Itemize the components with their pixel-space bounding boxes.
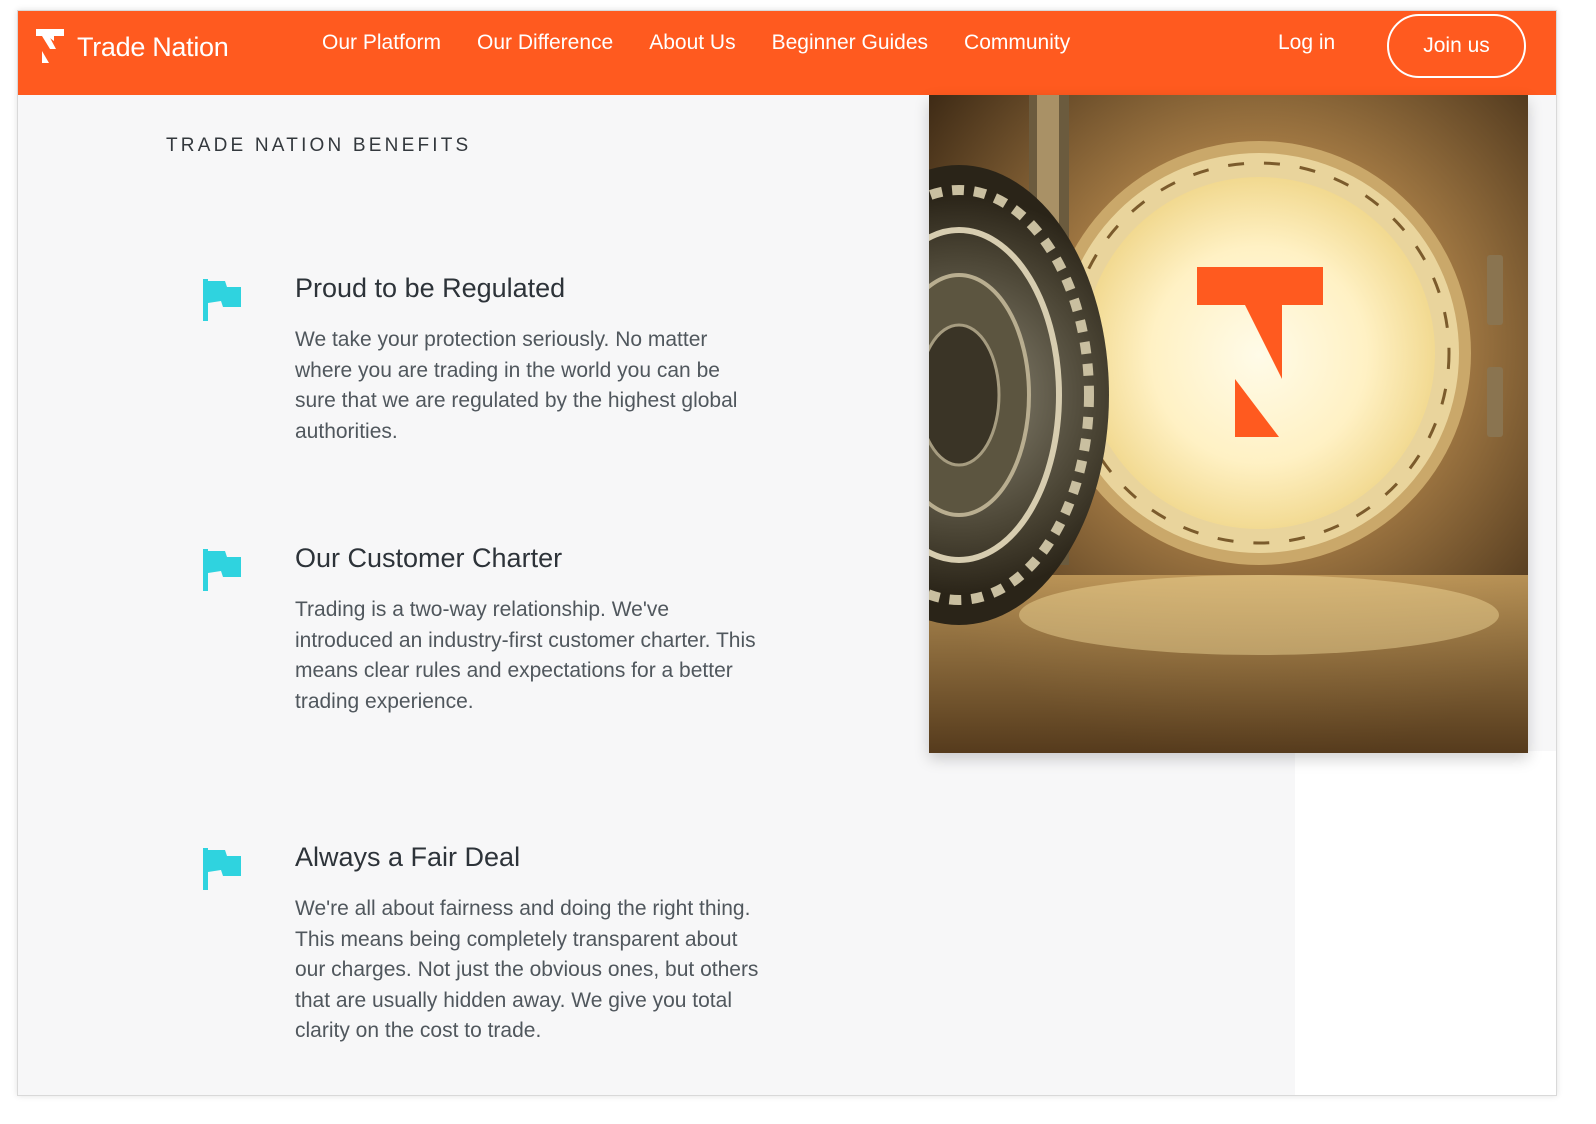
benefit-title: Proud to be Regulated xyxy=(295,273,566,303)
benefit-title: Our Customer Charter xyxy=(295,543,563,573)
benefit-text: We're all about fairness and doing the r… xyxy=(295,897,759,1042)
benefit-title: Always a Fair Deal xyxy=(295,842,521,872)
nav-our-difference[interactable]: Our Difference xyxy=(477,31,613,55)
nav-community[interactable]: Community xyxy=(964,31,1070,55)
top-navbar: Trade Nation Our Platform Our Difference… xyxy=(18,11,1556,95)
nav-our-platform[interactable]: Our Platform xyxy=(322,31,441,55)
join-us-button[interactable]: Join us xyxy=(1387,14,1526,78)
white-panel xyxy=(1295,751,1556,1095)
flag-icon xyxy=(203,848,241,890)
section-heading: TRADE NATION BENEFITS xyxy=(166,135,472,156)
flag-icon xyxy=(203,549,241,591)
benefit-text: Trading is a two-way relationship. We've… xyxy=(295,598,756,713)
browser-frame: Trade Nation Our Platform Our Difference… xyxy=(17,10,1557,1096)
brand-name: Trade Nation xyxy=(77,31,229,62)
main-nav: Our Platform Our Difference About Us Beg… xyxy=(322,31,1106,55)
login-link[interactable]: Log in xyxy=(1278,31,1335,55)
flag-icon xyxy=(203,279,241,321)
trade-nation-logo-icon xyxy=(36,29,64,63)
benefit-text: We take your protection seriously. No ma… xyxy=(295,328,738,443)
nav-beginner-guides[interactable]: Beginner Guides xyxy=(772,31,928,55)
vault-illustration xyxy=(929,95,1528,753)
nav-about-us[interactable]: About Us xyxy=(649,31,735,55)
brand-logo[interactable]: Trade Nation xyxy=(36,29,229,65)
vault-hero-image xyxy=(929,95,1528,753)
